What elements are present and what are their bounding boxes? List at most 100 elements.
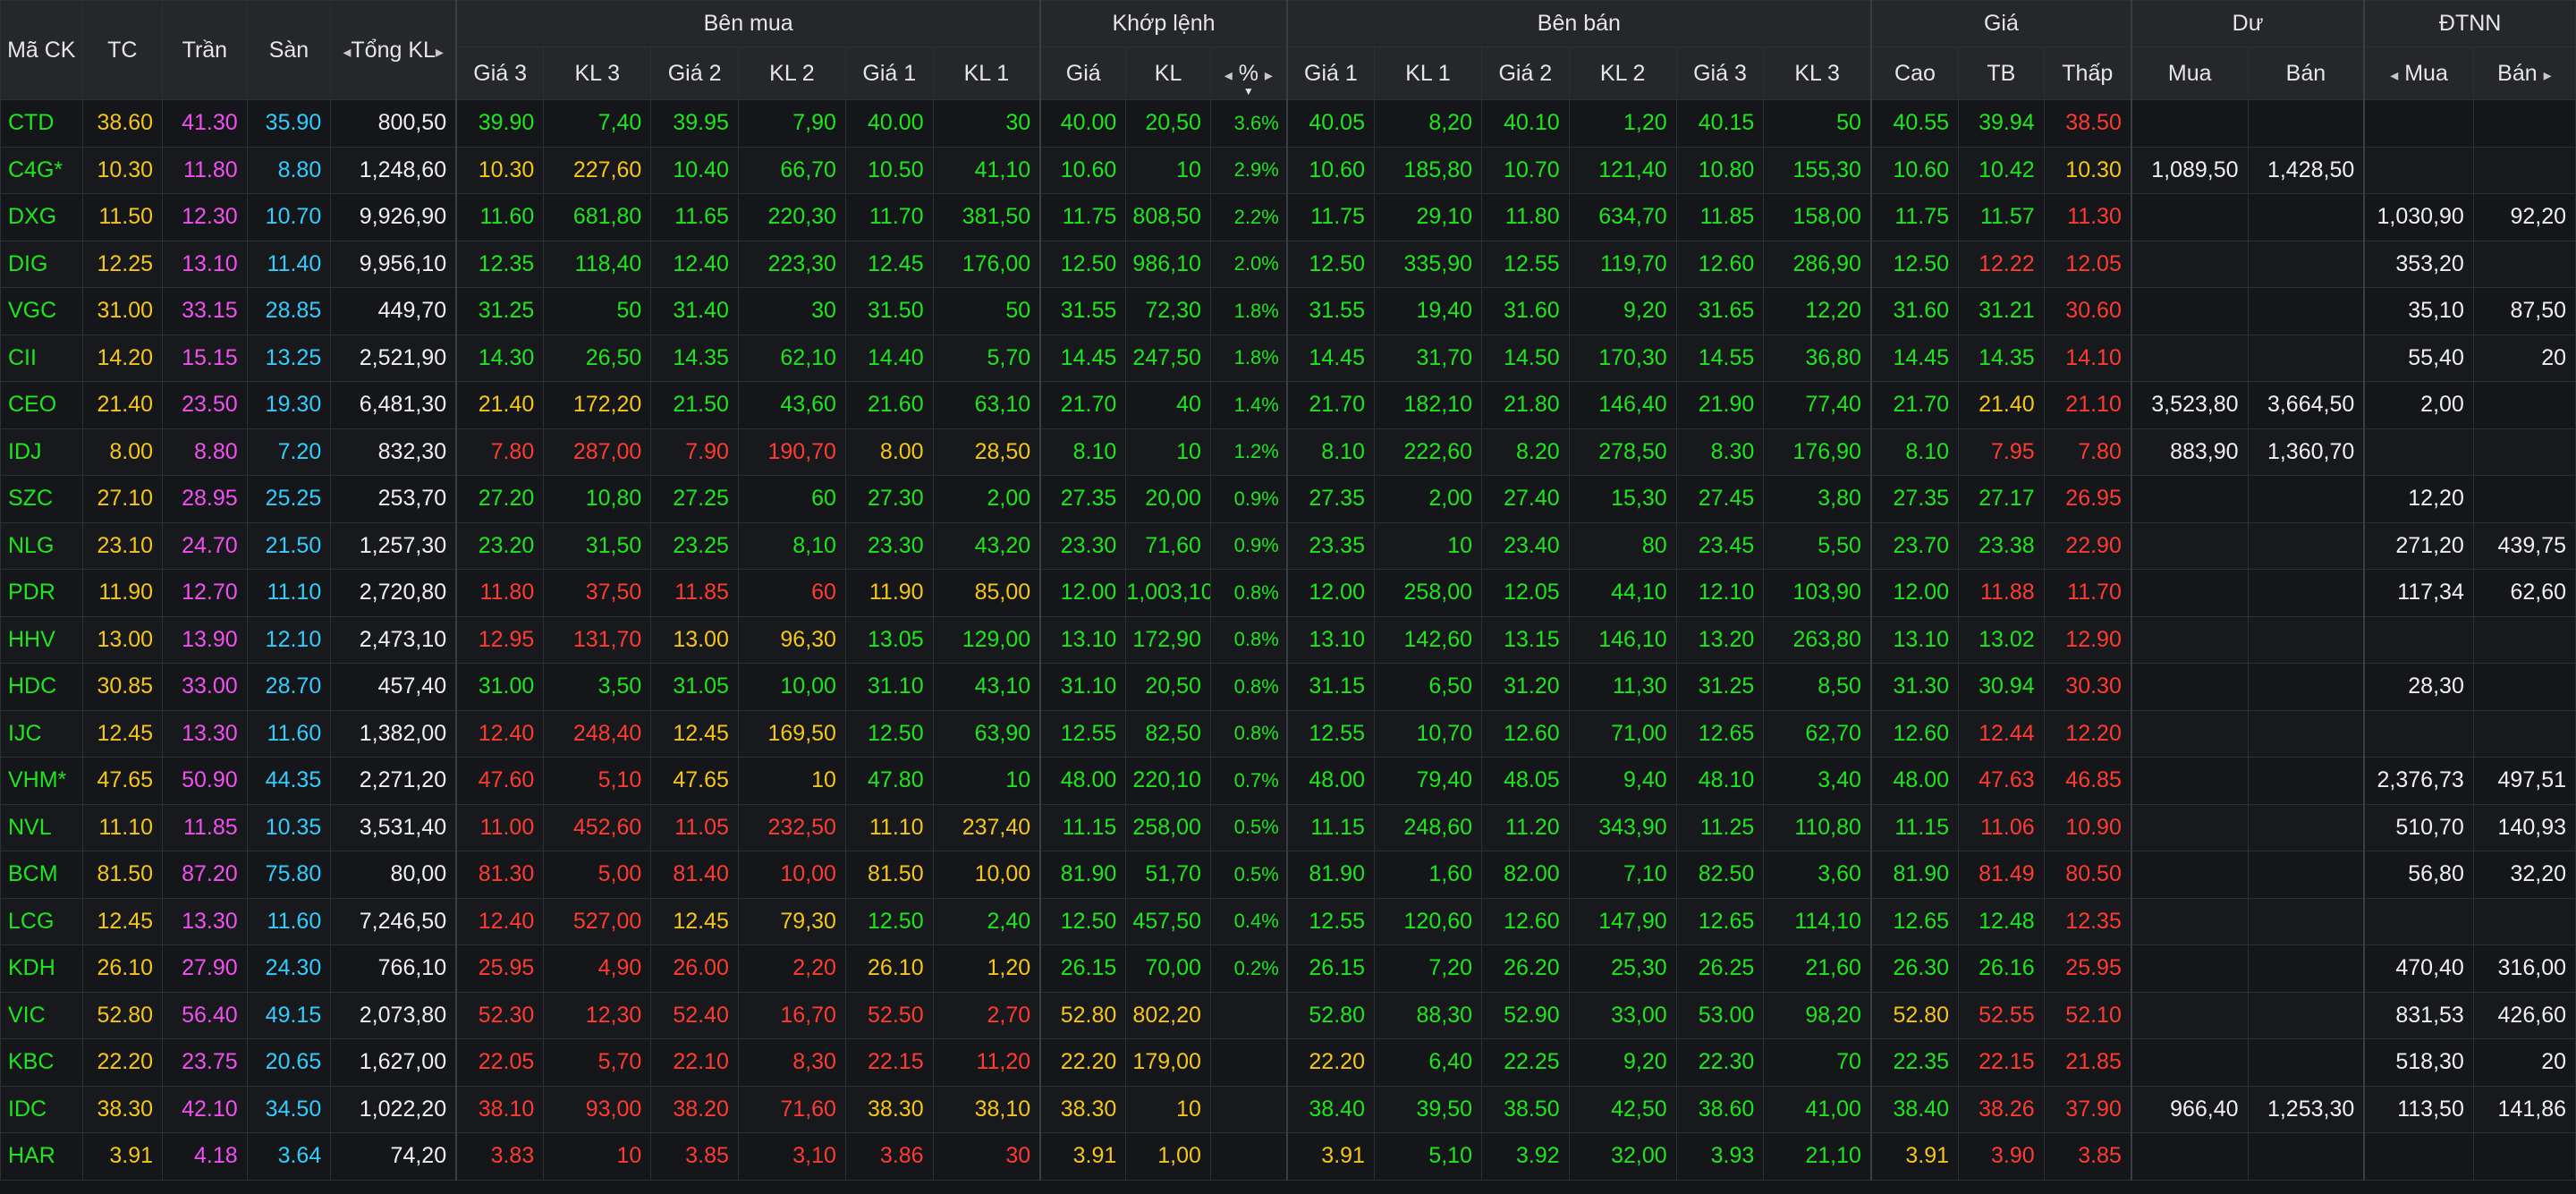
symbol-cell[interactable]: VGC <box>0 287 83 335</box>
symbol-cell[interactable]: HAR <box>0 1132 83 1181</box>
header-match-vol[interactable]: KL <box>1125 47 1211 100</box>
header-avg[interactable]: TB <box>1958 47 2045 100</box>
bid-vol3-cell: 5,70 <box>543 1038 652 1087</box>
header-ceil[interactable]: Trần <box>162 0 248 100</box>
table-row[interactable]: IDC 38.30 42.10 34.50 1,022,20 38.10 93,00 38.2… <box>0 1085 2576 1133</box>
table-row[interactable]: SZC 27.10 28.95 25.25 253,70 27.20 10,80 27.25 6… <box>0 475 2576 523</box>
caret-right-icon[interactable]: ▸ <box>1265 66 1273 84</box>
table-row[interactable]: C4G* 10.30 11.80 8.80 1,248,60 10.30 227,60 10.… <box>0 146 2576 194</box>
table-row[interactable]: HAR 3.91 4.18 3.64 74,20 3.83 10 3.85 3,10 3.86 30… <box>0 1132 2576 1181</box>
header-ask-vol1[interactable]: KL 1 <box>1373 47 1483 100</box>
ask-price1-cell: 3.91 <box>1286 1132 1375 1181</box>
header-floor[interactable]: Sàn <box>246 0 332 100</box>
table-row[interactable]: VHM* 47.65 50.90 44.35 2,271,20 47.60 5,10 47.6… <box>0 757 2576 805</box>
header-foreign-sell[interactable]: Bán ▸ <box>2472 47 2576 100</box>
symbol-cell[interactable]: NVL <box>0 803 83 851</box>
header-bid-vol3[interactable]: KL 3 <box>543 47 652 100</box>
header-bid-vol1[interactable]: KL 1 <box>932 47 1042 100</box>
symbol-cell[interactable]: HHV <box>0 615 83 664</box>
header-bid-price3[interactable]: Giá 3 <box>455 47 545 100</box>
symbol-cell[interactable]: IDJ <box>0 428 83 476</box>
header-ask-vol3[interactable]: KL 3 <box>1763 47 1872 100</box>
header-total-vol[interactable]: ◂Tổng KL▸ <box>330 0 458 100</box>
table-row[interactable]: IJC 12.45 13.30 11.60 1,382,00 12.40 248,40 12.… <box>0 709 2576 758</box>
header-bid-price2[interactable]: Giá 2 <box>650 47 739 100</box>
caret-left-icon[interactable]: ◂ <box>1224 66 1233 84</box>
low-cell: 11.30 <box>2043 193 2132 241</box>
symbol-cell[interactable]: PDR <box>0 569 83 617</box>
symbol-cell[interactable]: KDH <box>0 944 83 993</box>
residual-sell-cell <box>2247 615 2366 664</box>
symbol-cell[interactable]: IJC <box>0 709 83 758</box>
high-cell: 38.40 <box>1870 1085 1960 1133</box>
match-price-cell: 31.10 <box>1039 663 1127 711</box>
header-bid-vol2[interactable]: KL 2 <box>737 47 846 100</box>
table-row[interactable]: HHV 13.00 13.90 12.10 2,473,10 12.95 131,70 13.… <box>0 615 2576 664</box>
header-residual-sell[interactable]: Bán <box>2247 47 2366 100</box>
floor-cell: 11.60 <box>246 897 332 945</box>
symbol-cell[interactable]: CII <box>0 334 83 382</box>
symbol-cell[interactable]: CTD <box>0 99 83 148</box>
table-row[interactable]: PDR 11.90 12.70 11.10 2,720,80 11.80 37,50 11.8… <box>0 569 2576 617</box>
caret-left-icon[interactable]: ◂ <box>2390 66 2398 84</box>
bid-vol3-cell: 10 <box>543 1132 652 1181</box>
table-row[interactable]: IDJ 8.00 8.80 7.20 832,30 7.80 287,00 7.90 190,7… <box>0 428 2576 476</box>
header-ask-price3[interactable]: Giá 3 <box>1675 47 1765 100</box>
table-row[interactable]: LCG 12.45 13.30 11.60 7,246,50 12.40 527,00 12.… <box>0 897 2576 945</box>
symbol-cell[interactable]: NLG <box>0 521 83 570</box>
table-row[interactable]: CII 14.20 15.15 13.25 2,521,90 14.30 26,50 14.3… <box>0 334 2576 382</box>
symbol-cell[interactable]: HDC <box>0 663 83 711</box>
table-row[interactable]: NLG 23.10 24.70 21.50 1,257,30 23.20 31,50 23.2… <box>0 521 2576 570</box>
table-row[interactable]: DXG 11.50 12.30 10.70 9,926,90 11.60 681,80 11.… <box>0 193 2576 241</box>
header-bid-price1[interactable]: Giá 1 <box>844 47 934 100</box>
symbol-cell[interactable]: SZC <box>0 475 83 523</box>
header-ask-price1[interactable]: Giá 1 <box>1286 47 1375 100</box>
header-match-pct[interactable]: ◂ % ▸ <box>1209 47 1288 100</box>
ref-cell: 11.90 <box>81 569 164 617</box>
symbol-cell[interactable]: KBC <box>0 1038 83 1087</box>
symbol-cell[interactable]: BCM <box>0 851 83 899</box>
table-row[interactable]: DIG 12.25 13.10 11.40 9,956,10 12.35 118,40 12.… <box>0 240 2576 288</box>
symbol-cell[interactable]: C4G* <box>0 146 83 194</box>
table-row[interactable]: NVL 11.10 11.85 10.35 3,531,40 11.00 452,60 11.… <box>0 803 2576 851</box>
table-row[interactable]: KDH 26.10 27.90 24.30 766,10 25.95 4,90 26.00 2,… <box>0 944 2576 993</box>
ask-price3-cell: 10.80 <box>1675 146 1765 194</box>
avg-cell: 7.95 <box>1958 428 2045 476</box>
header-low[interactable]: Thấp <box>2043 47 2132 100</box>
symbol-cell[interactable]: DXG <box>0 193 83 241</box>
symbol-cell[interactable]: IDC <box>0 1085 83 1133</box>
ceil-cell: 87.20 <box>162 851 248 899</box>
table-row[interactable]: KBC 22.20 23.75 20.65 1,627,00 22.05 5,70 22.10… <box>0 1038 2576 1087</box>
header-residual-buy[interactable]: Mua <box>2131 47 2249 100</box>
bid-price1-cell: 11.90 <box>844 569 934 617</box>
residual-buy-cell <box>2131 287 2249 335</box>
symbol-cell[interactable]: VIC <box>0 991 83 1039</box>
header-foreign-buy[interactable]: ◂ Mua <box>2363 47 2474 100</box>
table-row[interactable]: CTD 38.60 41.30 35.90 800,50 39.90 7,40 39.95 7,… <box>0 99 2576 148</box>
table-row[interactable]: CEO 21.40 23.50 19.30 6,481,30 21.40 172,20 21.… <box>0 381 2576 429</box>
ask-vol3-cell: 158,00 <box>1763 193 1872 241</box>
header-ref[interactable]: TC <box>81 0 164 100</box>
match-pct-cell: 0.5% <box>1209 851 1288 899</box>
symbol-cell[interactable]: CEO <box>0 381 83 429</box>
high-cell: 40.55 <box>1870 99 1960 148</box>
symbol-cell[interactable]: DIG <box>0 240 83 288</box>
table-row[interactable]: VIC 52.80 56.40 49.15 2,073,80 52.30 12,30 52.4… <box>0 991 2576 1039</box>
symbol-cell[interactable]: VHM* <box>0 757 83 805</box>
floor-cell: 28.85 <box>246 287 332 335</box>
bid-vol3-cell: 93,00 <box>543 1085 652 1133</box>
caret-right-icon[interactable]: ▸ <box>436 43 444 61</box>
header-high[interactable]: Cao <box>1870 47 1960 100</box>
header-ask-price2[interactable]: Giá 2 <box>1481 47 1570 100</box>
residual-sell-cell <box>2247 944 2366 993</box>
caret-right-icon[interactable]: ▸ <box>2544 66 2552 84</box>
table-row[interactable]: BCM 81.50 87.20 75.80 80,00 81.30 5,00 81.40 10,… <box>0 851 2576 899</box>
header-ask-vol2[interactable]: KL 2 <box>1568 47 1677 100</box>
table-row[interactable]: HDC 30.85 33.00 28.70 457,40 31.00 3,50 31.05 10… <box>0 663 2576 711</box>
bid-vol3-cell: 248,40 <box>543 709 652 758</box>
header-symbol[interactable]: Mã CK <box>0 0 83 100</box>
header-match-price[interactable]: Giá <box>1039 47 1127 100</box>
symbol-cell[interactable]: LCG <box>0 897 83 945</box>
foreign-sell-cell <box>2472 663 2576 711</box>
table-row[interactable]: VGC 31.00 33.15 28.85 449,70 31.25 50 31.40 30 31… <box>0 287 2576 335</box>
